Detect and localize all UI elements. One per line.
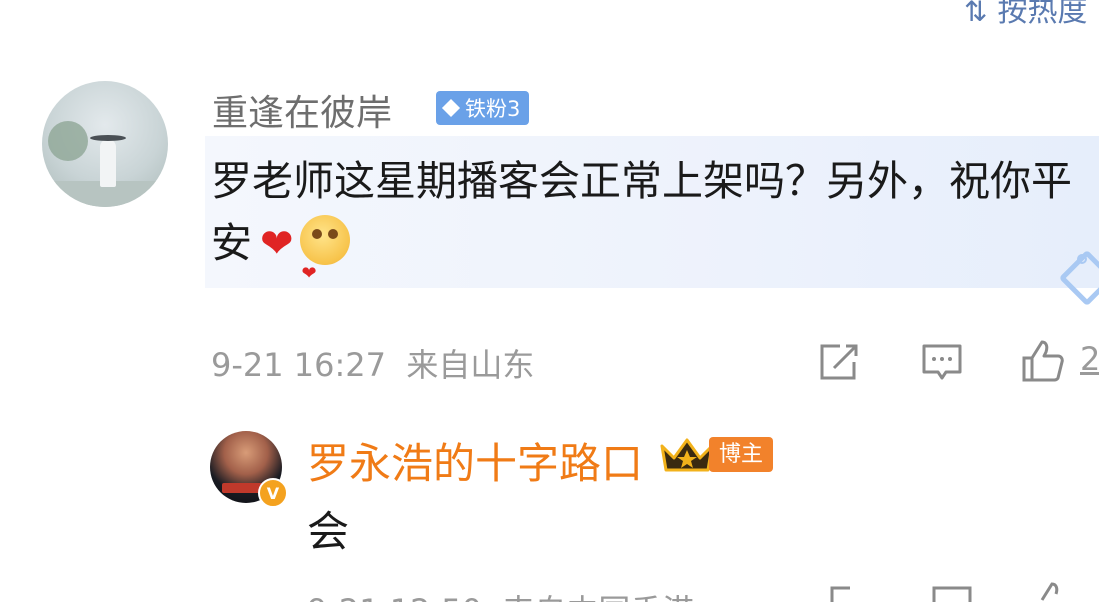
thumbs-up-icon[interactable] [1020, 340, 1064, 384]
sort-toggle[interactable]: ⇅ 按热度 [964, 0, 1087, 30]
comment-icon[interactable] [930, 582, 974, 602]
comment-icon[interactable] [920, 340, 964, 384]
like-count: 2 [1080, 340, 1099, 378]
avatar[interactable] [42, 81, 168, 207]
sort-icon: ⇅ [964, 0, 988, 28]
blush-icon: ❤ [299, 215, 350, 284]
blogger-badge: 博主 [709, 437, 774, 472]
crown-icon [660, 438, 714, 472]
reply-location: 来自中国香港 [502, 592, 694, 602]
reply-meta: 9-21 12:50 来自中国香港 [307, 586, 694, 602]
thumbs-up-icon[interactable] [1030, 582, 1074, 602]
comment-text: 罗老师这星期播客会正常上架吗？另外，祝你平安 ❤ ❤ [211, 150, 1091, 284]
verified-icon: V [258, 478, 288, 508]
comment-thread: ⇅ 按热度 重逢在彼岸 铁粉3 罗老师这星期播客会正常上架吗？另外，祝你平安 ❤ ❤ … [0, 0, 1099, 602]
heart-icon: ❤ [260, 221, 294, 267]
fan-badge-label: 铁粉3 [465, 97, 521, 121]
reply-text: 会 [307, 507, 350, 556]
comment-meta: 9-21 16:27 来自山东 [211, 340, 534, 386]
share-icon[interactable] [828, 582, 872, 602]
comment-location: 来自山东 [406, 346, 535, 384]
diamond-icon [441, 98, 461, 118]
comment-time: 9-21 16:27 [211, 346, 387, 384]
share-icon[interactable] [818, 340, 862, 384]
sort-label: 按热度 [997, 0, 1088, 29]
fan-badge[interactable]: 铁粉3 [436, 91, 530, 125]
reply-time: 9-21 12:50 [307, 592, 482, 602]
comment-username[interactable]: 重逢在彼岸 [212, 84, 392, 136]
reply-username[interactable]: 罗永浩的十字路口 [307, 430, 643, 491]
